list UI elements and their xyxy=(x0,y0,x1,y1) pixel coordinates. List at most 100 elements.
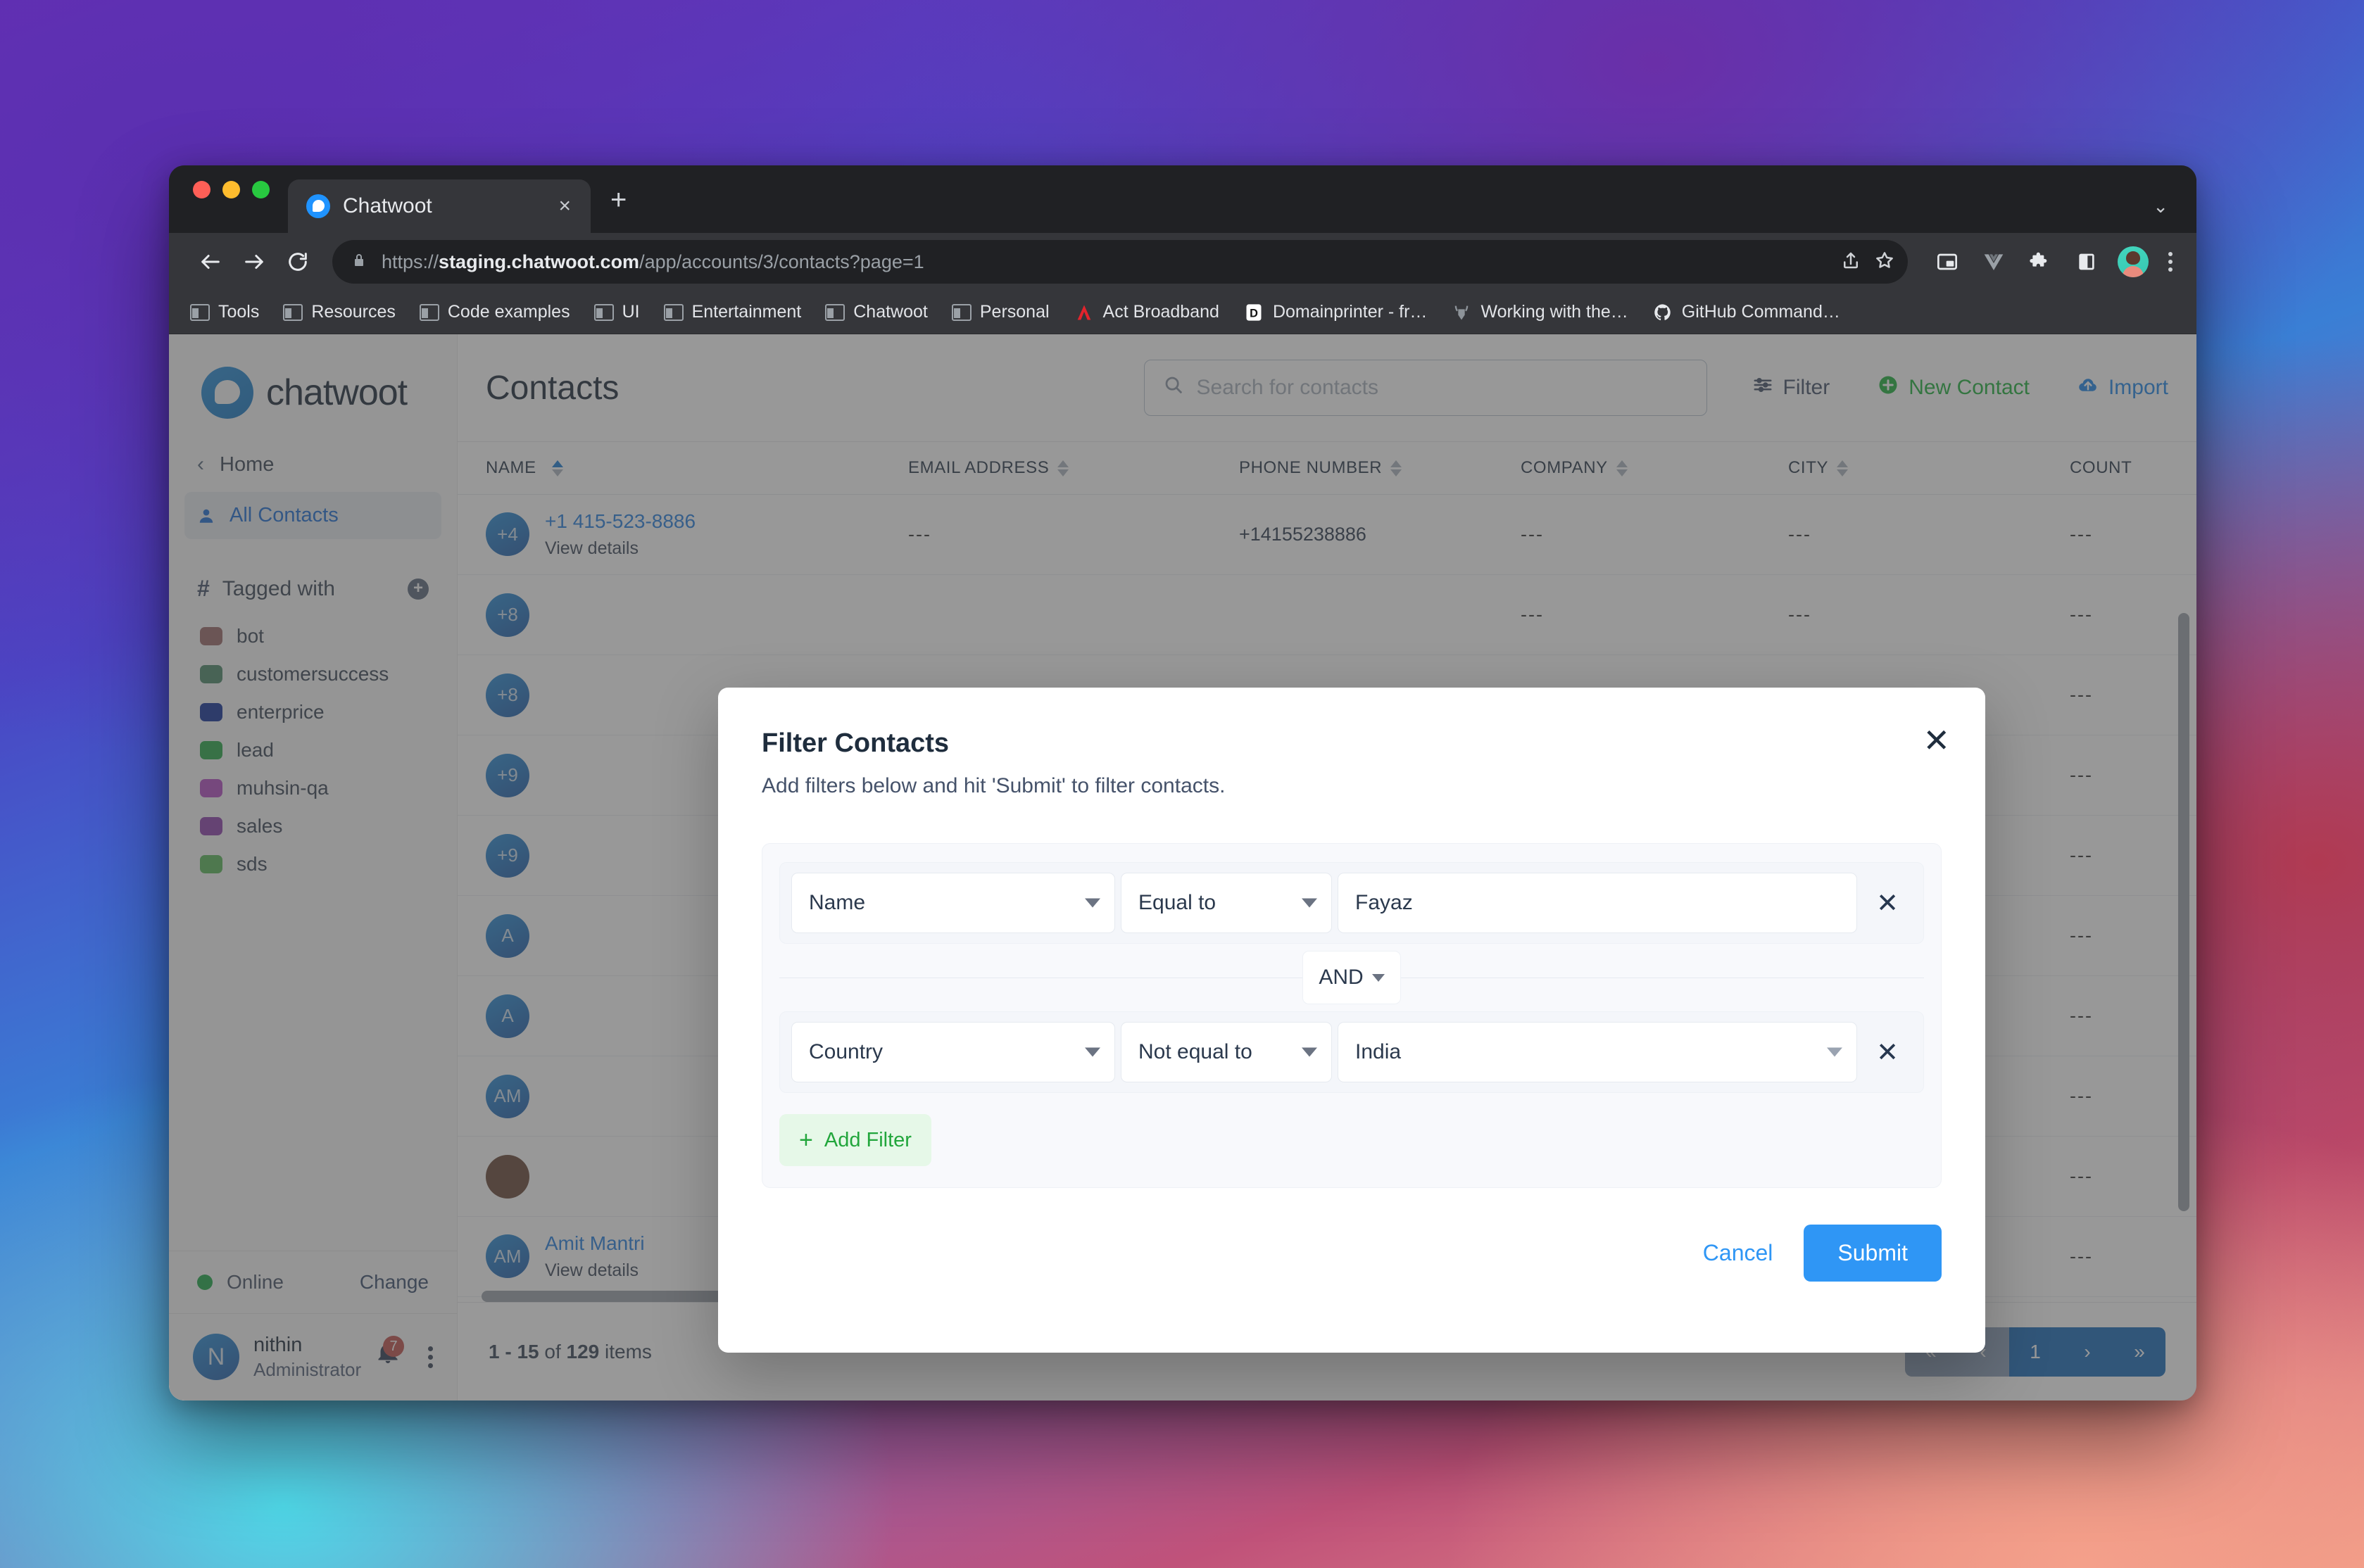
bookmark-code-examples[interactable]: Code examples xyxy=(419,302,570,322)
browser-tabstrip: Chatwoot × + ⌄ xyxy=(169,165,2196,233)
bookmark-label: Personal xyxy=(979,302,1050,322)
bookmark-tools[interactable]: Tools xyxy=(190,302,259,322)
address-bar[interactable]: https://staging.chatwoot.com/app/account… xyxy=(332,240,1908,284)
chevron-down-icon xyxy=(1085,898,1100,908)
filter-row-1: Name Equal to Fayaz ✕ xyxy=(779,862,1924,944)
bookmarks-bar: Tools Resources Code examples UI Enterta… xyxy=(169,291,2196,334)
close-icon[interactable]: × xyxy=(554,191,575,221)
bookmark-label: Act Broadband xyxy=(1102,302,1219,322)
dialog-title: Filter Contacts xyxy=(762,728,950,758)
chevron-down-icon xyxy=(1085,1047,1100,1057)
folder-icon xyxy=(419,303,439,321)
filter-attribute-select-1[interactable]: Name xyxy=(791,873,1115,933)
bookmark-star-icon[interactable] xyxy=(1874,250,1895,274)
bookmark-label: Resources xyxy=(311,302,396,322)
dialog-subtitle: Add filters below and hit 'Submit' to fi… xyxy=(762,774,1226,797)
remove-filter-button-1[interactable]: ✕ xyxy=(1863,887,1912,919)
svg-text:D: D xyxy=(1250,307,1258,320)
add-filter-wrap: + Add Filter xyxy=(779,1093,1924,1166)
add-filter-label: Add Filter xyxy=(824,1128,912,1151)
filter-connector-value: AND xyxy=(1319,966,1364,989)
bookmark-entertainment[interactable]: Entertainment xyxy=(663,302,802,322)
bookmark-label: UI xyxy=(622,302,640,322)
filter-row-2: Country Not equal to India ✕ xyxy=(779,1011,1924,1093)
filter-value-select-2[interactable]: India xyxy=(1338,1022,1857,1082)
github-icon xyxy=(1652,302,1673,323)
filter-operator-select-1[interactable]: Equal to xyxy=(1121,873,1332,933)
window-traffic-lights xyxy=(193,165,270,233)
browser-window: Chatwoot × + ⌄ https://staging.chatwoot.… xyxy=(169,165,2196,1401)
bookmark-label: Code examples xyxy=(447,302,570,322)
folder-icon xyxy=(951,303,972,321)
chevron-down-icon xyxy=(1827,1047,1842,1057)
folder-icon xyxy=(190,303,210,321)
url-text: https://staging.chatwoot.com/app/account… xyxy=(382,251,924,272)
filter-operator-select-2[interactable]: Not equal to xyxy=(1121,1022,1332,1082)
filter-contacts-dialog: ✕ Filter Contacts Add filters below and … xyxy=(718,688,1985,1353)
share-icon[interactable] xyxy=(1840,250,1861,274)
bookmark-label: Entertainment xyxy=(691,302,802,322)
minimize-window-button[interactable] xyxy=(222,180,240,198)
filter-value-text: India xyxy=(1355,1040,1402,1063)
back-icon[interactable] xyxy=(189,240,232,284)
filter-attribute-select-2[interactable]: Country xyxy=(791,1022,1115,1082)
chevron-down-icon[interactable]: ⌄ xyxy=(2153,196,2168,217)
act-broadband-icon xyxy=(1074,302,1095,323)
omnibox-actions xyxy=(1840,250,1895,274)
domainprinter-icon: D xyxy=(1243,302,1264,323)
bookmark-ui[interactable]: UI xyxy=(593,302,640,322)
close-icon[interactable]: ✕ xyxy=(1923,724,1950,757)
picture-in-picture-icon[interactable] xyxy=(1932,246,1963,277)
new-tab-button[interactable]: + xyxy=(610,184,627,233)
submit-button[interactable]: Submit xyxy=(1804,1225,1942,1282)
add-filter-button[interactable]: + Add Filter xyxy=(779,1114,931,1166)
bookmark-label: GitHub Command… xyxy=(1681,302,1840,322)
chatwoot-favicon xyxy=(306,194,330,218)
filter-operator-value: Not equal to xyxy=(1138,1040,1252,1063)
bookmark-act-broadband[interactable]: Act Broadband xyxy=(1074,302,1219,323)
browser-menu-icon[interactable] xyxy=(2164,252,2177,272)
lock-icon xyxy=(351,252,367,272)
bookmark-chatwoot[interactable]: Chatwoot xyxy=(825,302,928,322)
browser-extensions xyxy=(1920,246,2177,277)
bookmark-label: Tools xyxy=(218,302,260,322)
bookmark-label: Working with the… xyxy=(1480,302,1628,322)
remove-filter-button-2[interactable]: ✕ xyxy=(1863,1037,1912,1068)
cancel-button[interactable]: Cancel xyxy=(1703,1240,1773,1266)
filter-value-input-1[interactable]: Fayaz xyxy=(1338,873,1857,933)
folder-icon xyxy=(593,303,614,321)
filter-attribute-value: Name xyxy=(809,891,866,914)
filter-connector-select[interactable]: AND xyxy=(1302,951,1401,1004)
filter-value-text: Fayaz xyxy=(1355,891,1413,914)
chevron-down-icon xyxy=(1302,898,1317,908)
vue-devtools-icon[interactable] xyxy=(1978,246,2009,277)
reload-icon[interactable] xyxy=(276,240,320,284)
browser-profile-avatar[interactable] xyxy=(2118,246,2149,277)
tab-title: Chatwoot xyxy=(343,194,432,217)
forward-icon[interactable] xyxy=(232,240,276,284)
close-window-button[interactable] xyxy=(193,180,210,198)
viking-icon xyxy=(1451,302,1472,323)
chevron-down-icon xyxy=(1302,1047,1317,1057)
bookmark-working-with-the[interactable]: Working with the… xyxy=(1451,302,1628,323)
filter-operator-value: Equal to xyxy=(1138,891,1216,914)
browser-tab-chatwoot[interactable]: Chatwoot × xyxy=(288,179,591,233)
filter-panel: Name Equal to Fayaz ✕ AND Country Not eq… xyxy=(762,843,1942,1188)
folder-icon xyxy=(283,303,303,321)
folder-icon xyxy=(663,303,684,321)
bookmark-label: Domainprinter - fr… xyxy=(1272,302,1428,322)
extensions-puzzle-icon[interactable] xyxy=(2025,246,2056,277)
side-panel-icon[interactable] xyxy=(2071,246,2102,277)
bookmark-label: Chatwoot xyxy=(853,302,928,322)
folder-icon xyxy=(825,303,845,321)
filter-connector-row: AND xyxy=(779,944,1924,1011)
bookmark-github-command[interactable]: GitHub Command… xyxy=(1652,302,1840,323)
plus-icon: + xyxy=(799,1127,813,1153)
bookmark-domainprinter[interactable]: D Domainprinter - fr… xyxy=(1243,302,1428,323)
dialog-actions: Cancel Submit xyxy=(762,1225,1942,1282)
bookmark-resources[interactable]: Resources xyxy=(283,302,396,322)
chevron-down-icon xyxy=(1371,973,1385,982)
browser-toolbar: https://staging.chatwoot.com/app/account… xyxy=(169,233,2196,291)
bookmark-personal[interactable]: Personal xyxy=(951,302,1050,322)
maximize-window-button[interactable] xyxy=(252,180,270,198)
